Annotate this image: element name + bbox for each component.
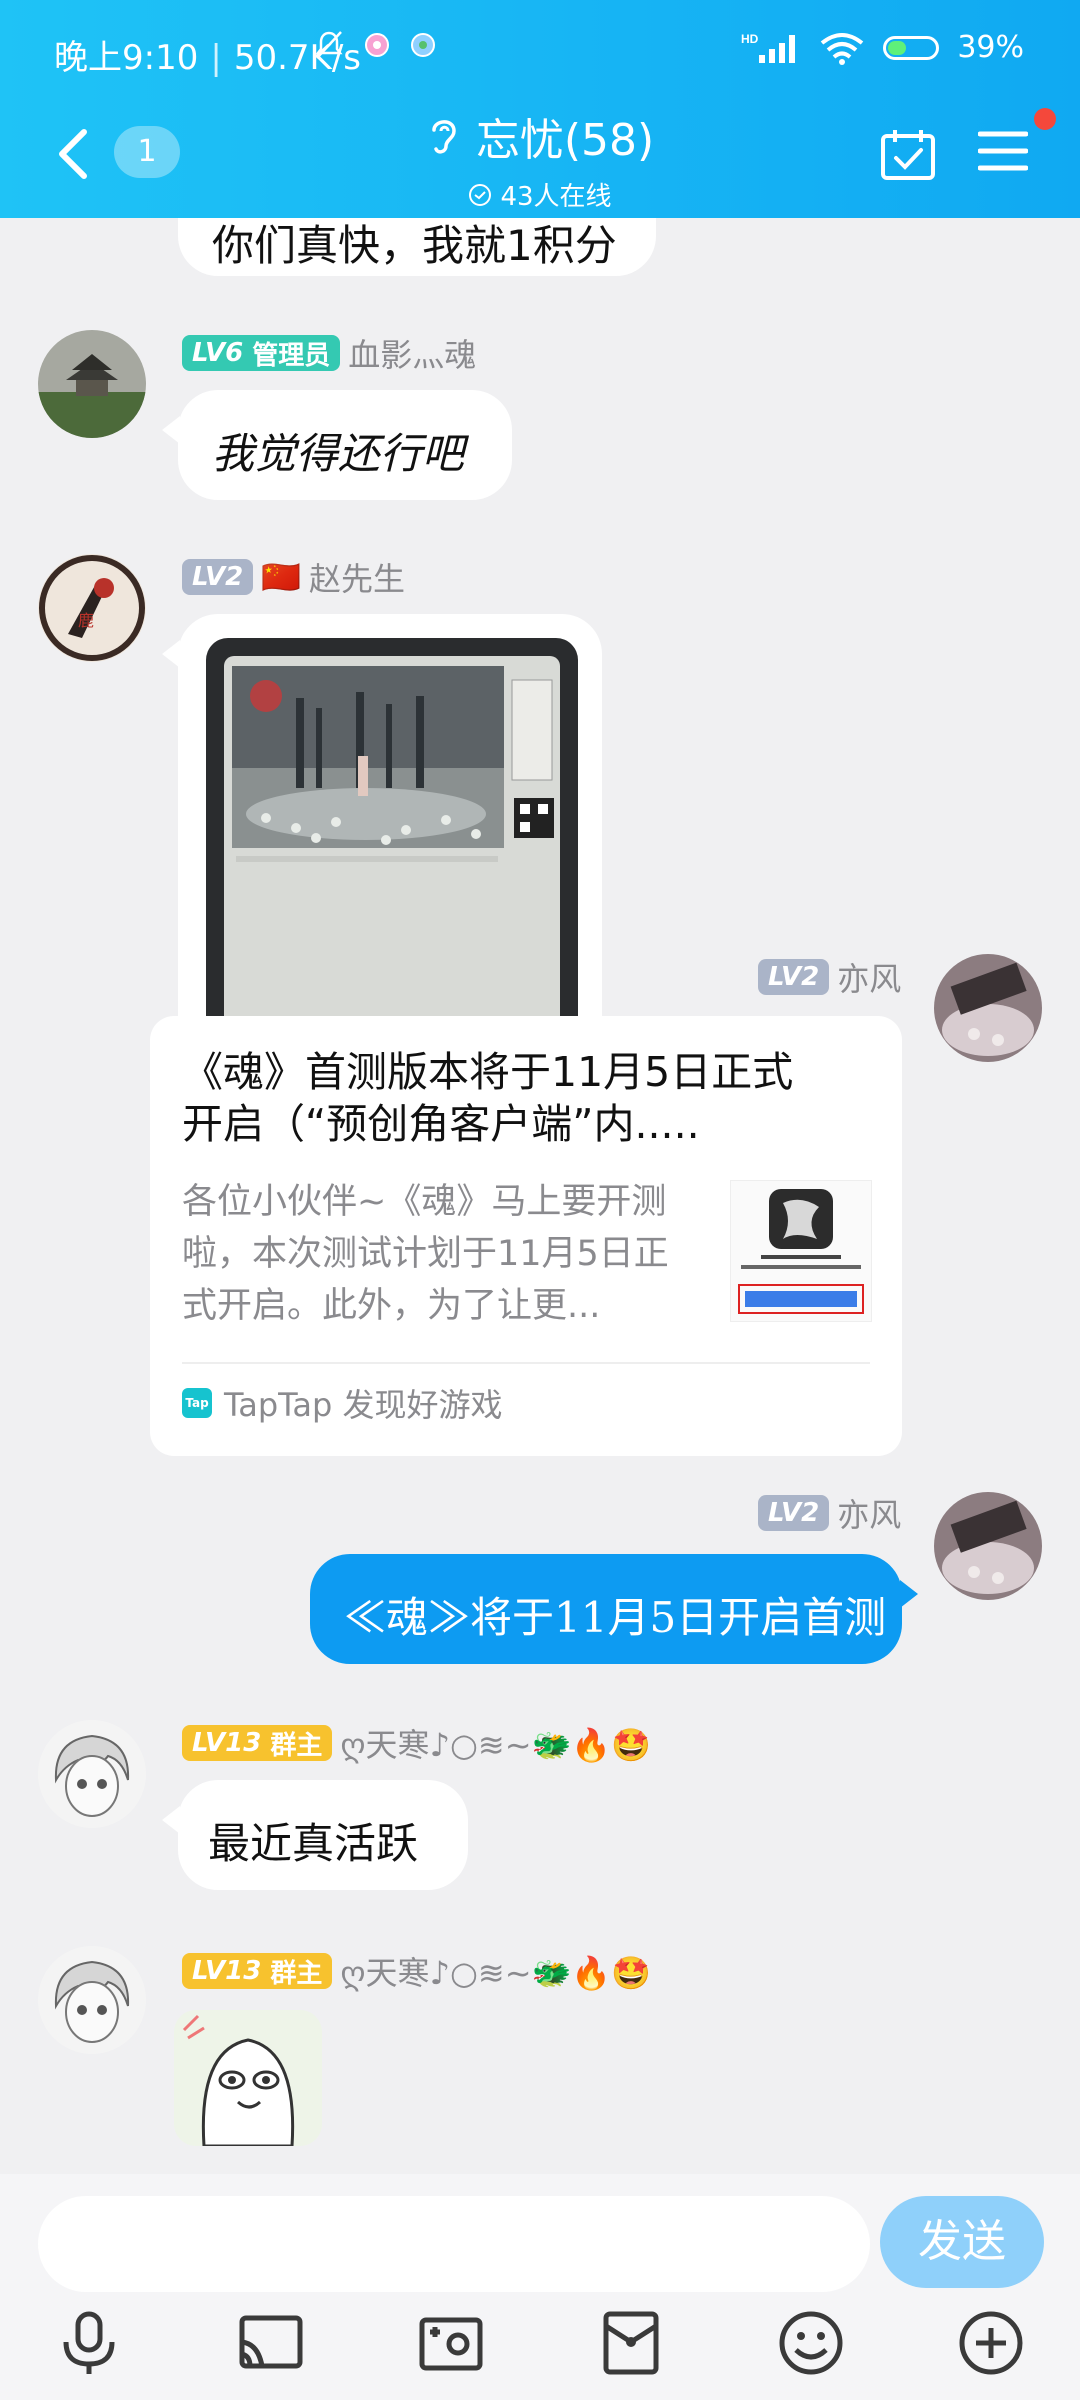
sender-name: 血影灬魂: [348, 336, 477, 374]
emoji-icon[interactable]: [776, 2308, 846, 2378]
app-notification-icon: [365, 33, 389, 57]
svg-text:鹿: 鹿: [78, 611, 94, 630]
message-bubble[interactable]: 我觉得还行吧: [178, 390, 512, 500]
signal-icon: HD: [741, 32, 796, 63]
share-card-divider: [182, 1362, 870, 1364]
avatar[interactable]: [38, 330, 146, 438]
sender-info: LV6 管理员 血影灬魂: [182, 330, 476, 376]
battery-icon: [883, 35, 940, 60]
online-check-icon: [469, 183, 492, 206]
message-text: 最近真活跃: [208, 1819, 419, 1868]
sender-name: 亦风: [837, 960, 902, 998]
screen-share-icon[interactable]: [236, 2308, 306, 2378]
message-bubble[interactable]: 最近真活跃: [178, 1780, 468, 1890]
level-badge: LV2: [758, 959, 830, 995]
svg-text:HD: HD: [741, 32, 759, 46]
red-packet-icon[interactable]: [596, 2308, 666, 2378]
game-screenshot-image[interactable]: [206, 638, 578, 1072]
app-notification-icon-2: [411, 33, 435, 57]
avatar[interactable]: [934, 1492, 1042, 1600]
share-card-title: 《魂》首测版本将于11月5日正式 开启（“预创角客户端”内.....: [182, 1048, 794, 1148]
microphone-icon[interactable]: [54, 2308, 124, 2378]
sender-name: 亦风: [837, 1496, 902, 1534]
battery-level: [888, 40, 907, 55]
message-input[interactable]: [38, 2196, 870, 2292]
level-badge: LV13 群主: [182, 1953, 333, 1989]
chat-message-list[interactable]: 你们真快，我就1积分 LV6 管理员 血影灬魂 我觉得还行吧 鹿 LV2 🇨🇳 …: [0, 218, 1080, 2174]
send-button[interactable]: 发送: [880, 2196, 1044, 2288]
sender-info: LV2 亦风: [758, 954, 901, 1000]
status-separator: |: [210, 38, 222, 78]
status-notification-icons: [312, 28, 438, 62]
avatar[interactable]: 鹿: [38, 554, 146, 662]
mute-bell-icon: [315, 31, 343, 59]
wifi-icon: [821, 32, 864, 65]
battery-percent: 39%: [957, 30, 1024, 65]
avatar[interactable]: [38, 1946, 146, 2054]
my-message-bubble[interactable]: ≪魂≫将于11月5日开启首测: [310, 1554, 902, 1664]
input-toolbar: [0, 2308, 1080, 2398]
avatar[interactable]: [934, 954, 1042, 1062]
level-badge: LV6 管理员: [182, 335, 341, 371]
photo-icon[interactable]: [416, 2308, 486, 2378]
sticker-image[interactable]: [174, 2010, 322, 2146]
sender-name: ღ天寒♪○≋~🐲🔥🤩: [340, 1954, 652, 1992]
taptap-logo-icon: Tap: [182, 1388, 212, 1418]
group-title: 忘忧(58): [475, 115, 655, 166]
message-bubble[interactable]: 你们真快，我就1积分: [178, 218, 656, 276]
share-card-description: 各位小伙伴~《魂》马上要开测 啦，本次测试计划于11月5日正 式开启。此外，为了…: [182, 1182, 669, 1326]
message-text: ≪魂≫将于11月5日开启首测: [344, 1593, 887, 1642]
sender-name: ღ天寒♪○≋~🐲🔥🤩: [340, 1726, 652, 1764]
sender-info: LV2 🇨🇳 赵先生: [182, 554, 405, 600]
avatar[interactable]: [38, 1720, 146, 1828]
plus-icon[interactable]: [956, 2308, 1026, 2378]
sender-name: 赵先生: [309, 560, 406, 598]
status-bar-right: HD 39%: [741, 30, 1024, 65]
chat-header: 晚上9:10 | 50.7K/s HD 39% 1 忘忧(58) 43人在线: [0, 0, 1080, 218]
bubble-tail: [900, 1580, 918, 1608]
sender-info: LV13 群主 ღ天寒♪○≋~🐲🔥🤩: [182, 1948, 651, 1994]
ear-icon: [432, 120, 456, 154]
sender-info: LV13 群主 ღ天寒♪○≋~🐲🔥🤩: [182, 1720, 651, 1766]
level-badge: LV13 群主: [182, 1725, 333, 1761]
menu-icon[interactable]: [978, 128, 1028, 174]
share-card-thumbnail: [730, 1180, 872, 1322]
share-card[interactable]: 《魂》首测版本将于11月5日正式 开启（“预创角客户端”内..... 各位小伙伴…: [150, 1016, 902, 1456]
level-badge: LV2: [758, 1495, 830, 1531]
input-area: 发送: [0, 2174, 1080, 2400]
online-count: 43人在线: [500, 182, 612, 212]
level-badge: LV2: [182, 559, 254, 595]
share-card-source: Tap TapTap 发现好游戏: [182, 1380, 503, 1426]
sender-info: LV2 亦风: [758, 1490, 901, 1536]
calendar-check-icon[interactable]: [880, 128, 936, 182]
status-time: 晚上9:10: [54, 38, 199, 78]
flag: 🇨🇳: [261, 558, 302, 596]
message-text: 我觉得还行吧: [212, 429, 465, 478]
notification-dot: [1034, 108, 1056, 130]
message-text: 你们真快，我就1积分: [212, 221, 617, 270]
